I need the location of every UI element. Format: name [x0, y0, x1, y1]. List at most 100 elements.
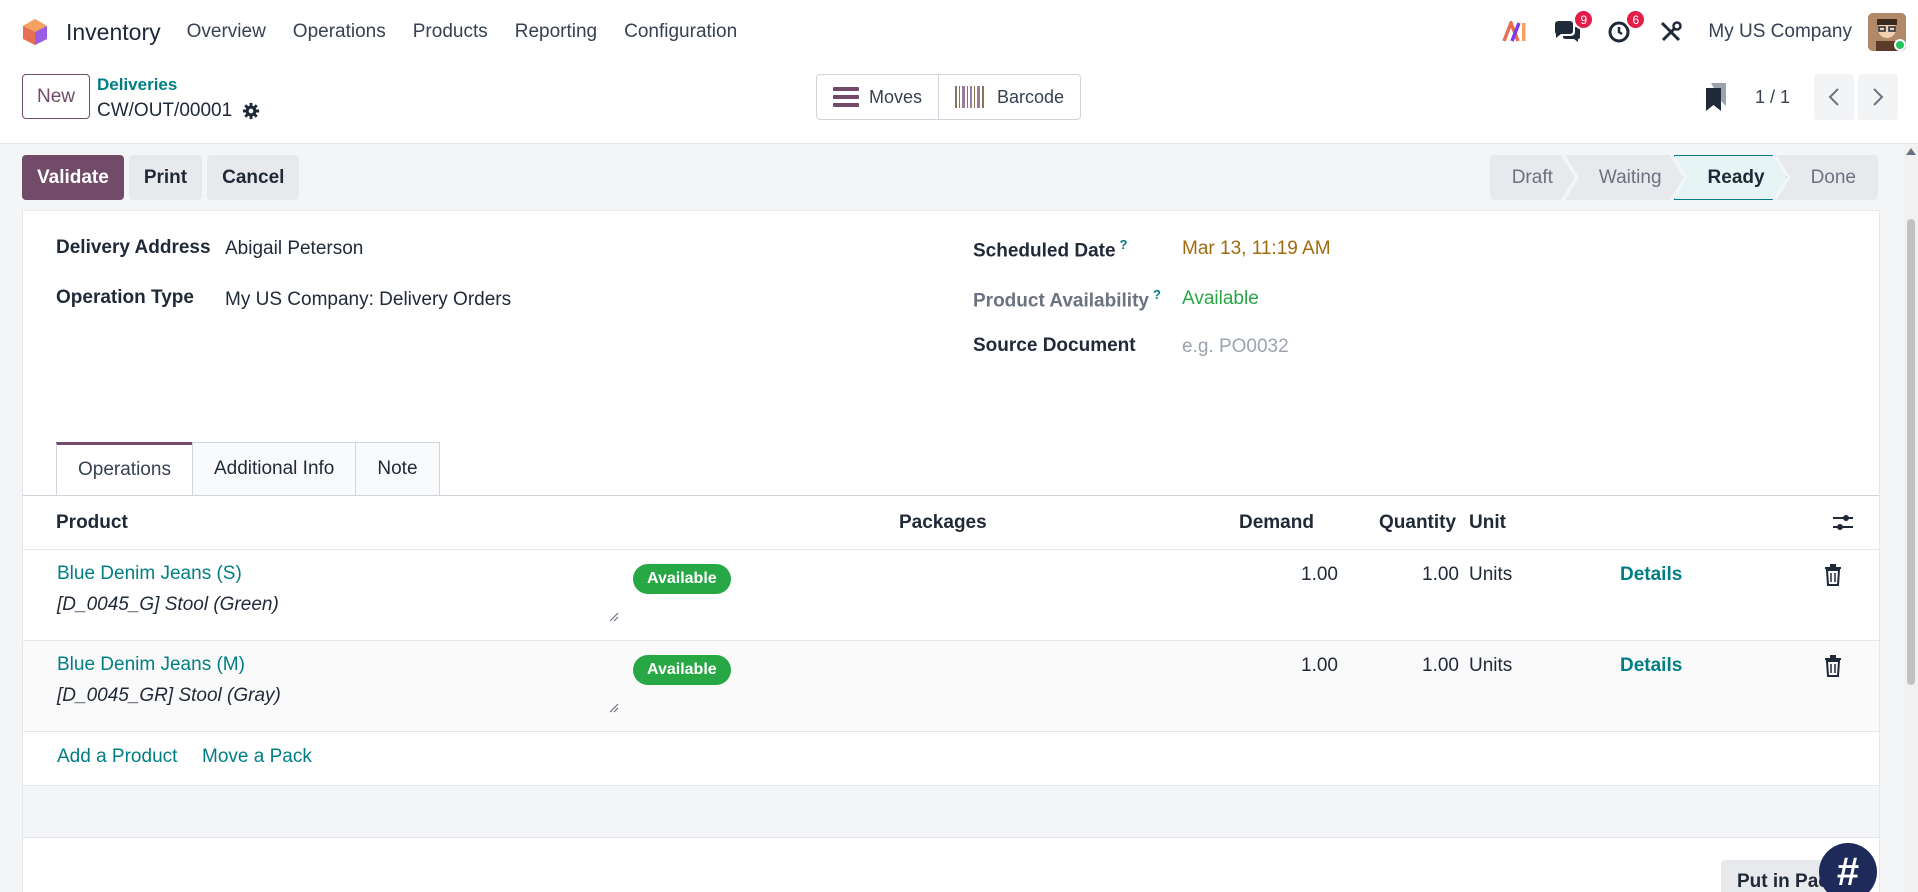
- form-sheet: Delivery Address Abigail Peterson Operat…: [22, 210, 1880, 892]
- moves-button[interactable]: Moves: [817, 75, 938, 119]
- help-icon[interactable]: ?: [1120, 237, 1128, 252]
- move-pack-link[interactable]: Move a Pack: [202, 746, 312, 768]
- column-product[interactable]: Product: [56, 512, 128, 534]
- source-document-label: Source Document: [973, 335, 1136, 356]
- table-row[interactable]: Blue Denim Jeans (M) [D_0045_GR] Stool (…: [23, 641, 1879, 732]
- help-icon[interactable]: ?: [1153, 287, 1161, 302]
- table-header: Product Packages Demand Quantity Unit: [23, 496, 1879, 550]
- action-buttons: Validate Print Cancel: [22, 155, 304, 200]
- details-button[interactable]: Details: [1620, 564, 1682, 586]
- tools-icon[interactable]: [1656, 17, 1686, 47]
- messages-count-badge: 9: [1573, 9, 1595, 30]
- barcode-button[interactable]: Barcode: [938, 75, 1080, 119]
- column-unit[interactable]: Unit: [1469, 512, 1506, 534]
- scheduled-date-label-text: Scheduled Date: [973, 240, 1116, 262]
- scrollbar[interactable]: [1904, 144, 1918, 892]
- unit-value[interactable]: Units: [1469, 564, 1512, 586]
- menu-operations[interactable]: Operations: [293, 21, 386, 43]
- breadcrumb-deliveries[interactable]: Deliveries: [97, 75, 177, 95]
- new-button[interactable]: New: [22, 74, 90, 119]
- demand-value[interactable]: 1.00: [1258, 655, 1338, 677]
- pager-value[interactable]: 1 / 1: [1755, 87, 1790, 108]
- operation-type-label: Operation Type: [56, 287, 194, 308]
- tab-operations[interactable]: Operations: [56, 442, 193, 496]
- pager: 1 / 1: [1755, 74, 1898, 120]
- add-product-link[interactable]: Add a Product: [57, 746, 177, 768]
- availability-value: Available: [1182, 288, 1259, 309]
- resize-handle-icon[interactable]: [609, 612, 619, 622]
- column-packages[interactable]: Packages: [899, 512, 987, 534]
- user-avatar[interactable]: [1868, 13, 1906, 51]
- availability-label-text: Product Availability: [973, 290, 1149, 312]
- availability-label: Product Availability?: [973, 287, 1161, 312]
- status-badge: Available: [633, 564, 731, 594]
- barcode-icon: [955, 86, 985, 108]
- unit-value[interactable]: Units: [1469, 655, 1512, 677]
- print-button[interactable]: Print: [128, 155, 203, 200]
- table-row[interactable]: Blue Denim Jeans (S) [D_0045_G] Stool (G…: [23, 550, 1879, 641]
- ai-icon[interactable]: [1500, 17, 1530, 47]
- menu-overview[interactable]: Overview: [187, 21, 266, 43]
- gear-icon[interactable]: [242, 102, 260, 120]
- scroll-thumb[interactable]: [1907, 219, 1915, 685]
- moves-label: Moves: [869, 86, 923, 107]
- validate-button[interactable]: Validate: [22, 155, 124, 200]
- quantity-value[interactable]: 1.00: [1379, 655, 1459, 677]
- control-panel: New Deliveries CW/OUT/00001 Moves Barcod…: [0, 64, 1918, 144]
- resize-handle-icon[interactable]: [609, 703, 619, 713]
- scheduled-date-label: Scheduled Date?: [973, 237, 1128, 262]
- product-link[interactable]: Blue Denim Jeans (S): [57, 563, 242, 585]
- bookmark-icon[interactable]: [1704, 82, 1728, 112]
- source-document-input[interactable]: e.g. PO0032: [1182, 336, 1289, 358]
- activities-count-badge: 6: [1625, 9, 1647, 30]
- demand-value[interactable]: 1.00: [1258, 564, 1338, 586]
- pager-previous-button[interactable]: [1814, 74, 1854, 120]
- messages-icon[interactable]: 9: [1552, 9, 1595, 47]
- barcode-label: Barcode: [997, 86, 1065, 107]
- product-link[interactable]: Blue Denim Jeans (M): [57, 654, 245, 676]
- status-pipeline: Draft Waiting Ready Done: [1490, 155, 1878, 200]
- column-quantity[interactable]: Quantity: [1379, 512, 1456, 534]
- online-status-dot: [1894, 39, 1906, 51]
- company-switcher[interactable]: My US Company: [1708, 21, 1852, 43]
- activities-clock-icon[interactable]: 6: [1604, 9, 1647, 47]
- stage-ready[interactable]: Ready: [1674, 155, 1787, 200]
- empty-row: [23, 786, 1879, 838]
- optional-columns-icon[interactable]: [1833, 514, 1853, 532]
- discuss-channel-button[interactable]: #: [1819, 843, 1877, 892]
- quantity-value[interactable]: 1.00: [1379, 564, 1459, 586]
- record-name: CW/OUT/00001: [97, 100, 233, 121]
- list-icon: [833, 87, 859, 107]
- scroll-up-arrow-icon[interactable]: [1906, 148, 1916, 155]
- navbar-systray: 9 6 My US Company: [1500, 0, 1906, 64]
- delivery-address-label: Delivery Address: [56, 237, 211, 258]
- top-navbar: Inventory Overview Operations Products R…: [0, 0, 1918, 64]
- delivery-address-field[interactable]: Abigail Peterson: [225, 238, 363, 260]
- chevron-left-icon: [1828, 88, 1839, 106]
- menu-reporting[interactable]: Reporting: [515, 21, 597, 43]
- cancel-button[interactable]: Cancel: [207, 155, 300, 200]
- trash-icon[interactable]: [1824, 655, 1842, 677]
- stage-done[interactable]: Done: [1776, 155, 1878, 200]
- stage-waiting[interactable]: Waiting: [1565, 155, 1684, 200]
- stage-draft[interactable]: Draft: [1490, 155, 1575, 200]
- scheduled-date-field[interactable]: Mar 13, 11:19 AM: [1182, 238, 1331, 260]
- smart-buttons: Moves Barcode: [816, 74, 1082, 120]
- inventory-app-icon[interactable]: [22, 18, 48, 46]
- breadcrumb-current: CW/OUT/00001: [97, 100, 260, 122]
- trash-icon[interactable]: [1824, 564, 1842, 586]
- form-view: Validate Print Cancel Draft Waiting Read…: [0, 144, 1918, 892]
- column-demand[interactable]: Demand: [1239, 512, 1314, 534]
- tab-note[interactable]: Note: [355, 442, 440, 496]
- notebook-tabs: Operations Additional Info Note: [56, 442, 440, 496]
- tab-additional-info[interactable]: Additional Info: [191, 442, 357, 496]
- menu-configuration[interactable]: Configuration: [624, 21, 737, 43]
- operation-type-field[interactable]: My US Company: Delivery Orders: [225, 289, 511, 311]
- pager-next-button[interactable]: [1858, 74, 1898, 120]
- app-name[interactable]: Inventory: [66, 19, 161, 46]
- product-description[interactable]: [D_0045_G] Stool (Green): [57, 594, 279, 616]
- add-line-row: Add a Product Move a Pack: [23, 732, 1879, 786]
- menu-products[interactable]: Products: [413, 21, 488, 43]
- details-button[interactable]: Details: [1620, 655, 1682, 677]
- product-description[interactable]: [D_0045_GR] Stool (Gray): [57, 685, 281, 707]
